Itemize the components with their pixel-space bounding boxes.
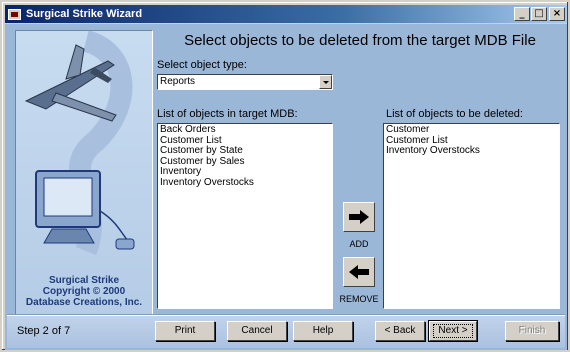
page-title: Select objects to be deleted from the ta… [184,32,536,49]
list-item[interactable]: Inventory [160,166,330,178]
remove-button[interactable] [343,257,375,287]
list-item[interactable]: Inventory Overstocks [386,145,557,157]
list-item[interactable]: Customer [386,124,557,136]
maximize-button[interactable]: □ [531,7,547,21]
brand-name: Surgical Strike [48,275,120,286]
arrow-right-icon [349,210,369,224]
brand-text: Surgical Strike Copyright © 2000 Databas… [16,275,152,308]
chevron-down-icon[interactable] [319,75,332,89]
cancel-button[interactable]: Cancel [227,321,287,341]
help-button[interactable]: Help [293,321,353,341]
add-label: ADD [349,239,369,249]
brand-copyright: Copyright © 2000 [42,286,126,297]
title-bar[interactable]: Surgical Strike Wizard _ □ × [5,5,567,23]
target-list-label: List of objects to be deleted: [386,108,523,120]
source-list-label: List of objects in target MDB: [157,108,298,120]
remove-label: REMOVE [339,294,379,304]
focus-rectangle [433,324,473,338]
next-button[interactable]: Next > [429,321,477,341]
step-indicator: Step 2 of 7 [17,325,71,337]
side-banner: Surgical Strike Copyright © 2000 Databas… [15,30,153,334]
add-button[interactable] [343,202,375,232]
wizard-footer: Step 2 of 7 Print Cancel Help < Back Nex… [7,314,565,348]
list-item[interactable]: Customer by State [160,145,330,157]
list-item[interactable]: Back Orders [160,124,330,136]
target-list[interactable]: Customer Customer List Inventory Oversto… [383,123,560,309]
minimize-button[interactable]: _ [514,7,530,21]
access-app-icon[interactable] [8,8,21,20]
title-buttons: _ □ × [513,7,565,21]
jet-and-computer-illustration [24,31,135,256]
window-title: Surgical Strike Wizard [26,8,143,20]
object-type-value: Reports [160,76,196,87]
wizard-body: Surgical Strike Copyright © 2000 Databas… [5,24,567,350]
wizard-window: Surgical Strike Wizard _ □ × Surgical St… [0,0,570,352]
print-button[interactable]: Print [155,321,215,341]
finish-button: Finish [505,321,559,341]
close-button[interactable]: × [549,7,565,21]
arrow-left-icon [349,265,369,279]
object-type-select[interactable]: Reports [157,74,333,90]
list-item[interactable]: Inventory Overstocks [160,177,330,189]
object-type-label: Select object type: [157,59,247,71]
brand-company: Database Creations, Inc. [25,297,143,308]
source-list[interactable]: Back Orders Customer List Customer by St… [157,123,333,309]
back-button[interactable]: < Back [375,321,425,341]
computer-icon [35,170,135,250]
